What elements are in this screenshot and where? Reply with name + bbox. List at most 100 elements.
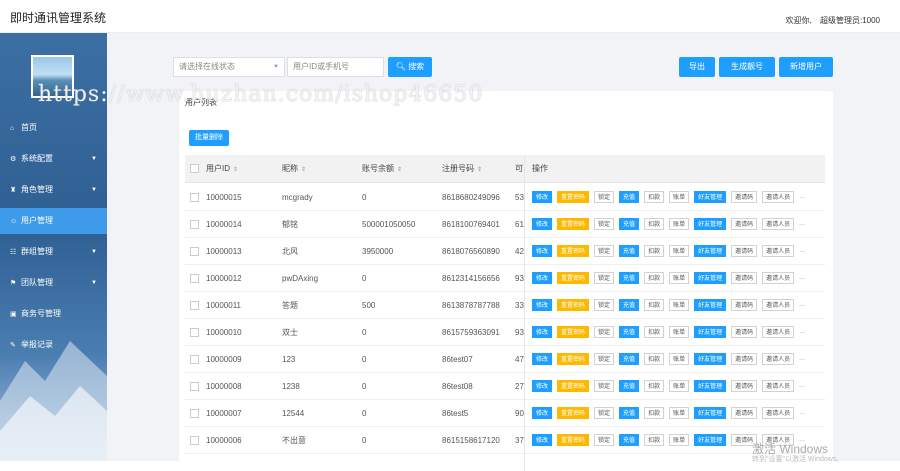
op-button-7[interactable]: 邀请码 xyxy=(731,245,758,257)
op-button-0[interactable]: 修改 xyxy=(532,434,553,446)
op-button-7[interactable]: 邀请码 xyxy=(731,407,758,419)
op-button-1[interactable]: 重置密码 xyxy=(557,353,590,365)
op-button-5[interactable]: 账单 xyxy=(669,380,690,392)
export-button[interactable]: 导出 xyxy=(679,57,715,77)
op-button-8[interactable]: 邀请人员 xyxy=(762,299,795,311)
op-button-6[interactable]: 好友管理 xyxy=(694,407,727,419)
op-button-4[interactable]: 扣款 xyxy=(644,191,665,203)
op-button-4[interactable]: 扣款 xyxy=(644,299,665,311)
op-button-5[interactable]: 账单 xyxy=(669,218,690,230)
op-button-0[interactable]: 修改 xyxy=(532,245,553,257)
sidebar-item-3[interactable]: ☺ 用户管理 xyxy=(0,208,107,234)
op-button-6[interactable]: 好友管理 xyxy=(694,245,727,257)
op-button-6[interactable]: 好友管理 xyxy=(694,218,727,230)
op-button-8[interactable]: 邀请人员 xyxy=(762,191,795,203)
op-button-3[interactable]: 充值 xyxy=(619,245,640,257)
op-button-1[interactable]: 重置密码 xyxy=(557,299,590,311)
op-button-5[interactable]: 账单 xyxy=(669,272,690,284)
op-button-1[interactable]: 重置密码 xyxy=(557,191,590,203)
op-button-4[interactable]: 扣款 xyxy=(644,272,665,284)
row-checkbox[interactable] xyxy=(190,436,199,445)
sidebar-item-7[interactable]: ✎ 举报记录 xyxy=(0,332,107,358)
op-button-1[interactable]: 重置密码 xyxy=(557,407,590,419)
op-button-2[interactable]: 锁定 xyxy=(594,299,615,311)
op-button-2[interactable]: 锁定 xyxy=(594,407,615,419)
op-button-5[interactable]: 账单 xyxy=(669,191,690,203)
op-button-2[interactable]: 锁定 xyxy=(594,272,615,284)
sidebar-item-0[interactable]: ⌂ 首页 xyxy=(0,115,107,141)
op-button-3[interactable]: 充值 xyxy=(619,434,640,446)
op-button-0[interactable]: 修改 xyxy=(532,299,553,311)
op-button-3[interactable]: 充值 xyxy=(619,218,640,230)
op-button-3[interactable]: 充值 xyxy=(619,191,640,203)
sidebar-item-4[interactable]: ☷ 群组管理 ▼ xyxy=(0,239,107,265)
op-button-2[interactable]: 锁定 xyxy=(594,434,615,446)
sidebar-item-2[interactable]: ♜ 角色管理 ▼ xyxy=(0,177,107,203)
op-button-8[interactable]: 邀请人员 xyxy=(762,353,795,365)
op-button-7[interactable]: 邀请码 xyxy=(731,272,758,284)
op-button-2[interactable]: 锁定 xyxy=(594,218,615,230)
status-select[interactable]: 请选择在线状态 ▼ xyxy=(173,57,285,77)
op-button-2[interactable]: 锁定 xyxy=(594,326,615,338)
sidebar-item-5[interactable]: ⚑ 团队管理 ▼ xyxy=(0,270,107,296)
row-checkbox[interactable] xyxy=(190,328,199,337)
op-button-7[interactable]: 邀请码 xyxy=(731,218,758,230)
op-button-0[interactable]: 修改 xyxy=(532,272,553,284)
op-button-6[interactable]: 好友管理 xyxy=(694,191,727,203)
op-button-7[interactable]: 邀请码 xyxy=(731,299,758,311)
op-button-3[interactable]: 充值 xyxy=(619,326,640,338)
op-button-2[interactable]: 锁定 xyxy=(594,353,615,365)
op-button-0[interactable]: 修改 xyxy=(532,326,553,338)
current-user[interactable]: 超级管理员:1000 xyxy=(820,16,880,25)
sidebar-item-1[interactable]: ⚙ 系统配置 ▼ xyxy=(0,146,107,172)
op-button-5[interactable]: 账单 xyxy=(669,434,690,446)
op-button-5[interactable]: 账单 xyxy=(669,245,690,257)
op-button-0[interactable]: 修改 xyxy=(532,353,553,365)
row-checkbox[interactable] xyxy=(190,220,199,229)
op-button-4[interactable]: 扣款 xyxy=(644,407,665,419)
op-button-4[interactable]: 扣款 xyxy=(644,380,665,392)
op-button-1[interactable]: 重置密码 xyxy=(557,272,590,284)
op-button-7[interactable]: 邀请码 xyxy=(731,326,758,338)
batch-delete-button[interactable]: 批量删除 xyxy=(189,130,229,146)
op-button-4[interactable]: 扣款 xyxy=(644,434,665,446)
op-button-5[interactable]: 账单 xyxy=(669,299,690,311)
col-balance[interactable]: 账号余额 ⇕ xyxy=(362,155,402,183)
op-button-4[interactable]: 扣款 xyxy=(644,353,665,365)
row-checkbox[interactable] xyxy=(190,193,199,202)
more-actions[interactable]: ... xyxy=(799,328,805,335)
select-all-checkbox[interactable] xyxy=(190,164,199,173)
more-actions[interactable]: ... xyxy=(799,409,805,416)
op-button-1[interactable]: 重置密码 xyxy=(557,434,590,446)
op-button-1[interactable]: 重置密码 xyxy=(557,218,590,230)
op-button-8[interactable]: 邀请人员 xyxy=(762,326,795,338)
op-button-2[interactable]: 锁定 xyxy=(594,191,615,203)
col-nickname[interactable]: 昵称 ⇕ xyxy=(282,155,306,183)
col-user-id[interactable]: 用户ID ⇕ xyxy=(206,155,238,183)
col-phone[interactable]: 注册号码 ⇕ xyxy=(442,155,482,183)
op-button-6[interactable]: 好友管理 xyxy=(694,326,727,338)
more-actions[interactable]: ... xyxy=(799,220,805,227)
more-actions[interactable]: ... xyxy=(799,247,805,254)
op-button-8[interactable]: 邀请人员 xyxy=(762,272,795,284)
op-button-1[interactable]: 重置密码 xyxy=(557,245,590,257)
op-button-5[interactable]: 账单 xyxy=(669,326,690,338)
op-button-7[interactable]: 邀请码 xyxy=(731,353,758,365)
op-button-6[interactable]: 好友管理 xyxy=(694,434,727,446)
op-button-4[interactable]: 扣款 xyxy=(644,218,665,230)
sidebar-item-6[interactable]: ▣ 商务号管理 xyxy=(0,301,107,327)
op-button-8[interactable]: 邀请人员 xyxy=(762,407,795,419)
op-button-5[interactable]: 账单 xyxy=(669,353,690,365)
row-checkbox[interactable] xyxy=(190,274,199,283)
op-button-8[interactable]: 邀请人员 xyxy=(762,245,795,257)
more-actions[interactable]: ... xyxy=(799,382,805,389)
more-actions[interactable]: ... xyxy=(799,274,805,281)
op-button-6[interactable]: 好友管理 xyxy=(694,380,727,392)
op-button-3[interactable]: 充值 xyxy=(619,380,640,392)
op-button-2[interactable]: 锁定 xyxy=(594,380,615,392)
more-actions[interactable]: ... xyxy=(799,193,805,200)
op-button-8[interactable]: 邀请人员 xyxy=(762,218,795,230)
op-button-3[interactable]: 充值 xyxy=(619,353,640,365)
search-input[interactable]: 用户ID或手机号 xyxy=(287,57,384,77)
op-button-8[interactable]: 邀请人员 xyxy=(762,380,795,392)
